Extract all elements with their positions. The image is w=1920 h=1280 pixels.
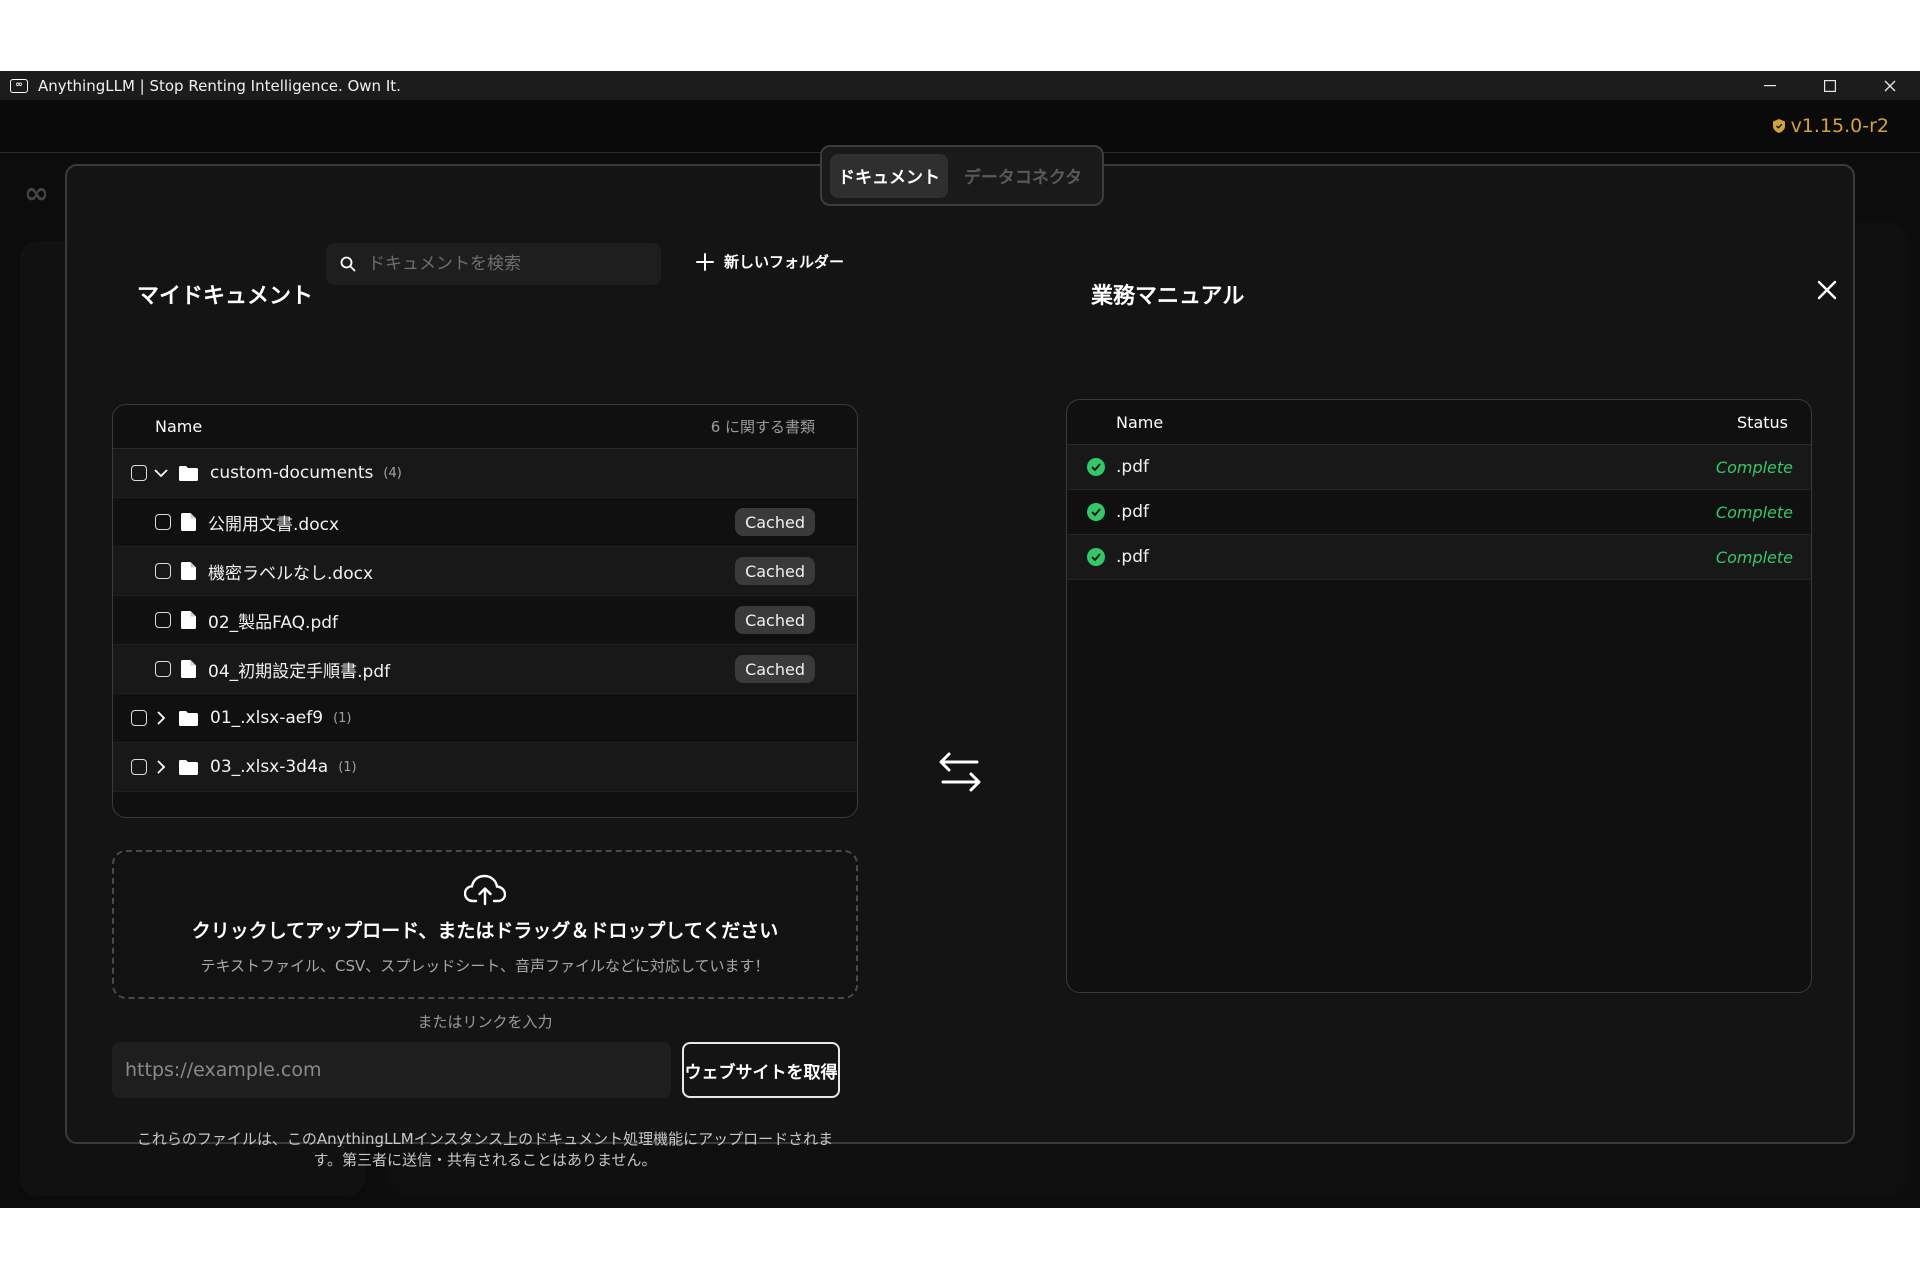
minimize-icon <box>1764 84 1776 86</box>
close-icon <box>1884 80 1896 91</box>
url-input[interactable] <box>112 1042 671 1098</box>
cloud-upload-icon <box>464 874 506 906</box>
upload-disclaimer: これらのファイルは、このAnythingLLMインスタンス上のドキュメント処理機… <box>112 1129 858 1171</box>
file-icon <box>181 611 196 629</box>
file-icon <box>181 562 196 580</box>
file-row[interactable]: 02_製品FAQ.pdf Cached <box>113 596 857 645</box>
window-title: AnythingLLM | Stop Renting Intelligence.… <box>38 76 401 95</box>
row-checkbox[interactable] <box>155 563 171 579</box>
cached-badge: Cached <box>735 606 815 634</box>
workspace-documents-table: Name Status .pdf Complete .pdf Complete <box>1066 399 1812 993</box>
check-circle-icon <box>1087 503 1105 521</box>
folder-count: (1) <box>333 710 352 726</box>
version-text: v1.15.0-r2 <box>1790 115 1889 137</box>
disclaimer-line-1: これらのファイルは、このAnythingLLMインスタンス上のドキュメント処理機… <box>136 1130 834 1148</box>
workspace-row[interactable]: .pdf Complete <box>1067 535 1811 580</box>
folder-row[interactable]: 03_.xlsx-3d4a (1) <box>113 743 857 792</box>
workspace-row[interactable]: .pdf Complete <box>1067 445 1811 490</box>
row-checkbox[interactable] <box>155 514 171 530</box>
status-badge: Complete <box>1715 547 1793 567</box>
folder-count: (1) <box>338 759 357 775</box>
row-checkbox[interactable] <box>131 759 147 775</box>
row-checkbox[interactable] <box>155 612 171 628</box>
row-checkbox[interactable] <box>131 465 147 481</box>
file-name: 04_初期設定手順書.pdf <box>208 661 391 682</box>
document-count: 6 に関する書類 <box>710 418 815 436</box>
maximize-icon <box>1824 79 1836 92</box>
modal-close-button[interactable] <box>1807 270 1847 310</box>
close-icon <box>1817 280 1837 300</box>
my-documents-title: マイドキュメント <box>137 284 314 309</box>
row-checkbox[interactable] <box>131 710 147 726</box>
check-circle-icon <box>1087 458 1105 476</box>
window-close-button[interactable] <box>1860 71 1920 100</box>
plus-icon <box>696 252 714 271</box>
document-manager-modal: マイドキュメント 新しいフォルダー Name 6 に関する書類 <box>65 145 1855 1169</box>
app-window: ∞ AnythingLLM | Stop Renting Intelligenc… <box>0 71 1920 1208</box>
check-circle-icon <box>1087 548 1105 566</box>
or-link-label: またはリンクを入力 <box>417 1013 553 1031</box>
workspace-row[interactable]: .pdf Complete <box>1067 490 1811 535</box>
status-badge: Complete <box>1715 502 1793 522</box>
folder-name: 03_.xlsx-3d4a <box>210 757 329 777</box>
file-icon <box>181 513 196 531</box>
app-logo-icon: ∞ <box>10 78 28 93</box>
version-badge[interactable]: v1.15.0-r2 <box>1772 115 1889 137</box>
fetch-website-button[interactable]: ウェブサイトを取得 <box>682 1042 840 1098</box>
minimize-button[interactable] <box>1740 71 1800 100</box>
workspace-table-header: Name Status <box>1067 400 1811 445</box>
modal-tabs: ドキュメント データコネクタ <box>820 145 1104 206</box>
chevron-right-icon[interactable] <box>153 760 169 774</box>
folder-name: custom-documents <box>210 463 374 483</box>
folder-row[interactable]: custom-documents (4) <box>113 449 857 498</box>
status-column-header: Status <box>1737 412 1788 432</box>
folder-icon <box>179 759 198 775</box>
table-header: Name 6 に関する書類 <box>113 405 857 449</box>
cached-badge: Cached <box>735 508 815 536</box>
file-row[interactable]: 公開用文書.docx Cached <box>113 498 857 547</box>
row-checkbox[interactable] <box>155 661 171 677</box>
folder-count: (4) <box>383 465 402 481</box>
tab-data-connectors[interactable]: データコネクタ <box>958 154 1088 198</box>
background-logo-icon: ∞ <box>24 176 49 211</box>
name-column-header: Name <box>1116 412 1164 432</box>
my-documents-table: Name 6 に関する書類 custom-documents (4) 公開用文書… <box>112 404 858 818</box>
folder-row[interactable]: 01_.xlsx-aef9 (1) <box>113 694 857 743</box>
disclaimer-line-2: す。第三者に送信・共有されることはありません。 <box>313 1151 657 1169</box>
maximize-button[interactable] <box>1800 71 1860 100</box>
workspace-file-name: .pdf <box>1116 457 1149 477</box>
folder-icon <box>179 465 198 481</box>
search-icon <box>340 256 356 272</box>
move-documents-button[interactable] <box>937 749 983 799</box>
upload-dropzone[interactable]: クリックしてアップロード、またはドラッグ＆ドロップしてください テキストファイル… <box>112 850 858 999</box>
folder-icon <box>179 710 198 726</box>
file-icon <box>181 660 196 678</box>
upload-subtitle: テキストファイル、CSV、スプレッドシート、音声ファイルなどに対応しています！ <box>200 957 770 975</box>
title-bar: ∞ AnythingLLM | Stop Renting Intelligenc… <box>0 71 1920 100</box>
upload-title: クリックしてアップロード、またはドラッグ＆ドロップしてください <box>191 920 779 942</box>
tab-documents[interactable]: ドキュメント <box>830 153 948 198</box>
file-name: 公開用文書.docx <box>208 514 340 535</box>
chevron-down-icon[interactable] <box>153 468 169 478</box>
chevron-right-icon[interactable] <box>153 711 169 725</box>
cached-badge: Cached <box>735 655 815 683</box>
file-name: 02_製品FAQ.pdf <box>208 612 339 633</box>
workspace-file-name: .pdf <box>1116 547 1149 567</box>
cached-badge: Cached <box>735 557 815 585</box>
swap-arrows-icon <box>939 752 981 792</box>
file-row[interactable]: 04_初期設定手順書.pdf Cached <box>113 645 857 694</box>
file-name: 機密ラベルなし.docx <box>208 563 374 584</box>
document-search[interactable] <box>326 243 661 285</box>
name-column-header: Name <box>155 417 203 436</box>
file-row[interactable]: 機密ラベルなし.docx Cached <box>113 547 857 596</box>
workspace-title: 業務マニュアル <box>1091 284 1245 309</box>
new-folder-label: 新しいフォルダー <box>724 253 845 271</box>
workspace-file-name: .pdf <box>1116 502 1149 522</box>
new-folder-button[interactable]: 新しいフォルダー <box>696 251 844 272</box>
search-input[interactable] <box>368 254 628 274</box>
status-badge: Complete <box>1715 457 1793 477</box>
folder-name: 01_.xlsx-aef9 <box>210 708 324 728</box>
shield-icon <box>1772 119 1785 133</box>
